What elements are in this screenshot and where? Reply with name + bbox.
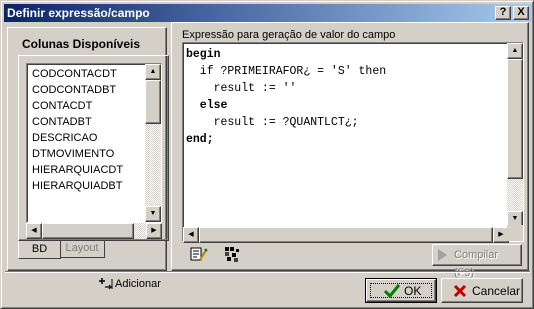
cancel-button[interactable]: Cancelar	[441, 278, 523, 303]
code-line: else	[186, 99, 228, 112]
add-label: Adicionar	[115, 278, 161, 290]
scroll-thumb[interactable]	[42, 223, 134, 239]
scroll-corner	[507, 225, 523, 241]
scroll-up-icon[interactable]: ▲	[507, 43, 523, 59]
code-line: if ?PRIMEIRAFOR¿ = 'S' then	[186, 65, 387, 78]
columns-list[interactable]: CODCONTACDT CODCONTADBT CONTACDT CONTADB…	[26, 63, 162, 223]
code-line: begin	[186, 48, 221, 61]
scroll-thumb[interactable]	[507, 59, 523, 179]
edit-expression-icon[interactable]	[188, 244, 208, 264]
columns-items: CODCONTACDT CODCONTADBT CONTACDT CONTADB…	[30, 66, 150, 194]
code-line: end;	[186, 133, 214, 146]
expression-editor[interactable]: begin if ?PRIMEIRAFOR¿ = 'S' then result…	[182, 42, 524, 243]
ok-label: OK	[404, 284, 422, 298]
scroll-thumb[interactable]	[145, 80, 161, 124]
dialog-window: Definir expressão/campo ? X Colunas Disp…	[0, 0, 534, 309]
add-column-button[interactable]: Adicionar	[98, 276, 168, 292]
validate-expression-icon[interactable]	[222, 244, 242, 264]
scroll-down-icon[interactable]: ▼	[145, 206, 161, 222]
cancel-x-icon	[453, 284, 467, 298]
code-line: result := ''	[186, 82, 297, 95]
list-item[interactable]: CODCONTADBT	[30, 82, 150, 98]
scroll-thumb[interactable]	[199, 227, 493, 243]
scroll-left-icon[interactable]: ◀	[26, 223, 42, 239]
expression-heading: Expressão para geração de valor do campo	[182, 29, 396, 41]
play-icon	[438, 249, 447, 261]
tab-layout[interactable]: Layout	[60, 240, 105, 258]
expression-panel: Expressão para geração de valor do campo…	[171, 22, 529, 279]
columns-panel: Colunas Disponíveis CODCONTACDT CODCONTA…	[7, 27, 169, 290]
list-item[interactable]: CODCONTACDT	[30, 66, 150, 82]
editor-vertical-scrollbar[interactable]: ▲ ▼	[507, 43, 523, 227]
window-title: Definir expressão/campo	[7, 6, 150, 20]
list-item[interactable]: DTMOVIMENTO	[30, 146, 150, 162]
scroll-up-icon[interactable]: ▲	[145, 64, 161, 80]
scroll-left-icon[interactable]: ◀	[183, 227, 199, 243]
checkmark-icon	[383, 284, 401, 299]
columns-heading: Colunas Disponíveis	[22, 37, 141, 51]
code-line: result := ?QUANTLCT¿;	[186, 116, 359, 129]
add-icon	[99, 278, 113, 290]
cancel-label: Cancelar	[472, 284, 521, 298]
list-item[interactable]: CONTACDT	[30, 98, 150, 114]
ok-button[interactable]: OK	[365, 278, 437, 303]
focus-rect	[370, 283, 432, 298]
list-item[interactable]: CONTADBT	[30, 114, 150, 130]
tab-bd[interactable]: BD	[18, 241, 61, 259]
title-bar[interactable]: Definir expressão/campo ? X	[4, 4, 532, 22]
list-item[interactable]: DESCRICAO	[30, 130, 150, 146]
close-button[interactable]: X	[513, 6, 529, 20]
editor-horizontal-scrollbar[interactable]: ◀ ▶	[183, 227, 509, 243]
compile-button[interactable]: Compilar (F9)	[432, 244, 522, 279]
list-vertical-scrollbar[interactable]: ▲ ▼	[145, 64, 161, 222]
divider	[5, 271, 530, 273]
code-area[interactable]: begin if ?PRIMEIRAFOR¿ = 'S' then result…	[186, 46, 386, 148]
list-horizontal-scrollbar[interactable]: ◀ ▶	[26, 223, 162, 239]
columns-frame: CODCONTACDT CODCONTADBT CONTACDT CONTADB…	[18, 55, 169, 241]
compile-label: Compilar (F9)	[454, 249, 499, 279]
scroll-right-icon[interactable]: ▶	[146, 223, 162, 239]
help-button[interactable]: ?	[495, 6, 511, 20]
list-item[interactable]: HIERARQUIADBT	[30, 178, 150, 194]
list-item[interactable]: HIERARQUIACDT	[30, 162, 150, 178]
